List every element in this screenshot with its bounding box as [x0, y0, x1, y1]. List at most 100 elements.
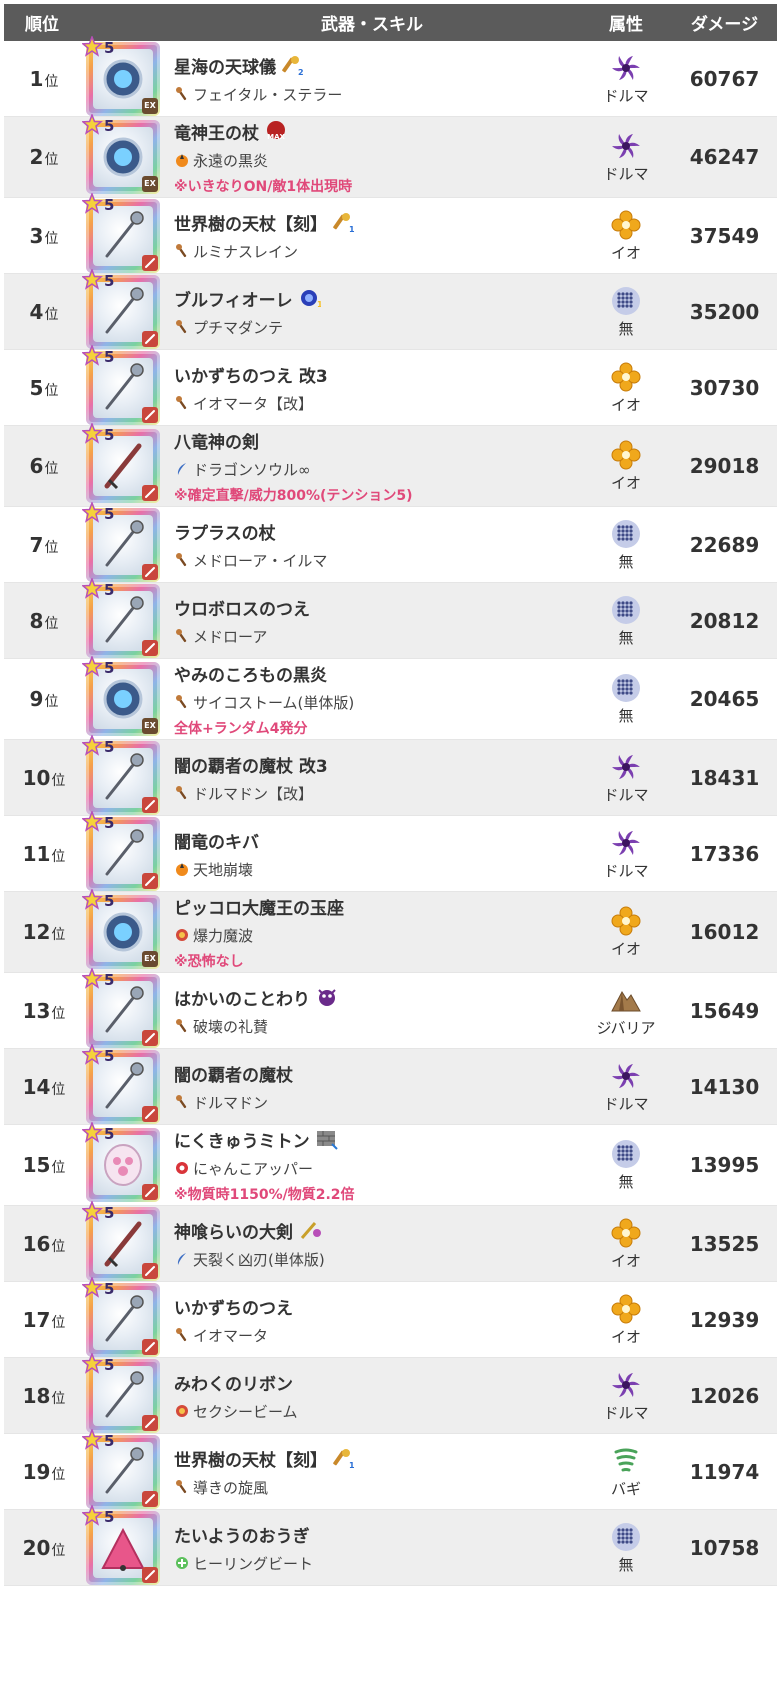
element-cell: イオ	[580, 361, 672, 415]
weapon-name[interactable]: 闇竜のキバ	[174, 828, 259, 853]
weapon-icon[interactable]: 5	[81, 966, 160, 1048]
rank-suffix: 位	[44, 461, 59, 477]
weapon-name[interactable]: いかずちのつえ 改3	[174, 362, 328, 387]
element-cell: バギ	[580, 1445, 672, 1499]
weapon-name-line: 神喰らいの大剣	[174, 1218, 580, 1243]
weapon-icon[interactable]: 5 EX	[81, 654, 160, 736]
rank-suffix: 位	[44, 382, 59, 399]
weapon-icon[interactable]: 5	[81, 1427, 160, 1509]
weapon-name[interactable]: はかいのことわり	[174, 985, 310, 1010]
weapon-skill-cell: ラプラスの杖 メドローア・イルマ	[164, 519, 580, 571]
damage-value: 10758	[689, 1535, 760, 1560]
skill-name: ヒーリングビート	[193, 1554, 314, 1573]
skill-note: ※確定直撃/威力800%(テンション5)	[174, 487, 413, 504]
weapon-name[interactable]: ピッコロ大魔王の玉座	[174, 894, 344, 919]
weapon-icon[interactable]: 5	[81, 576, 160, 658]
rank-cell: 3位	[4, 224, 80, 248]
rank-suffix: 位	[51, 1160, 66, 1176]
staff-skill-icon	[174, 552, 190, 568]
weapon-icon[interactable]: 5 EX	[81, 112, 160, 194]
weapon-skill-cell: 八竜神の剣 ドラゴンソウル∞ ※確定直撃/威力800%(テンション5)	[164, 428, 580, 505]
table-row: 7位 5 ラプラスの杖 メドローア・イルマ無 22689	[4, 500, 777, 583]
rarity-star-icon: 5	[81, 1199, 116, 1223]
svg-text:MAX: MAX	[267, 133, 285, 141]
weapon-icon-cell: 5	[80, 966, 164, 1048]
weapon-skill-cell: いかずちのつえ イオマータ	[164, 1294, 580, 1346]
weapon-name[interactable]: 星海の天球儀	[174, 53, 276, 78]
weapon-icon[interactable]: 5	[81, 1503, 160, 1585]
weapon-icon-cell: 5	[80, 576, 164, 658]
rank-number: 12	[22, 920, 51, 944]
weapon-type-icon	[142, 1105, 158, 1122]
rank-suffix: 位	[44, 539, 59, 556]
weapon-icon[interactable]: 5	[81, 343, 160, 425]
weapon-type-icon	[142, 563, 158, 580]
weapon-name[interactable]: みわくのリボン	[174, 1370, 293, 1395]
weapon-skill-cell: ブルフィオーレ 1 プチマダンテ	[164, 286, 580, 338]
weapon-icon[interactable]: 5	[81, 421, 160, 503]
weapon-name[interactable]: 闇の覇者の魔杖 改3	[174, 752, 328, 777]
rank-suffix: 位	[44, 615, 59, 632]
rank-cell: 1位	[4, 67, 80, 91]
weapon-skill-cell: みわくのリボン セクシービーム	[164, 1370, 580, 1422]
rank-cell: 6位	[4, 454, 80, 478]
element-icon	[610, 1293, 642, 1325]
weapon-name[interactable]: たいようのおうぎ	[174, 1522, 310, 1547]
weapon-name[interactable]: ブルフィオーレ	[174, 286, 293, 311]
damage-value: 30730	[689, 375, 760, 400]
table-row: 3位 5 世界樹の天杖【刻】 1 ルミナスレイン イオ 37549	[4, 191, 777, 274]
damage-value: 17336	[689, 841, 760, 866]
weapon-icon[interactable]: 5	[81, 1042, 160, 1124]
svg-text:5: 5	[104, 348, 114, 366]
element-icon	[610, 361, 642, 393]
element-label: イオ	[610, 1327, 641, 1346]
skill-line: にゃんこアッパー	[174, 1158, 580, 1179]
weapon-name[interactable]: ラプラスの杖	[174, 519, 276, 544]
weapon-name[interactable]: 八竜神の剣	[174, 428, 259, 453]
weapon-name[interactable]: 世界樹の天杖【刻】	[174, 210, 327, 235]
rank-cell: 20位	[4, 1536, 80, 1560]
weapon-name-line: はかいのことわり	[174, 985, 580, 1010]
weapon-icon[interactable]: 5	[81, 1199, 160, 1281]
weapon-icon-cell: 5 EX	[80, 34, 164, 116]
ex-badge: EX	[142, 718, 158, 734]
weapon-icon[interactable]: 5 EX	[81, 887, 160, 969]
svg-text:5: 5	[104, 659, 114, 677]
weapon-icon[interactable]: 5	[81, 191, 160, 273]
skill-name: 破壊の礼賛	[193, 1017, 269, 1036]
element-label: 無	[618, 707, 634, 725]
skill-name: 永遠の黒炎	[193, 151, 269, 170]
weapon-icon-cell: 5	[80, 733, 164, 815]
weapon-icon[interactable]: 5	[81, 500, 160, 582]
weapon-name[interactable]: 竜神王の杖	[174, 119, 259, 144]
weapon-icon[interactable]: 5	[81, 1275, 160, 1357]
weapon-icon[interactable]: 5	[81, 733, 160, 815]
weapon-icon[interactable]: 5	[81, 809, 160, 891]
weapon-name[interactable]: 世界樹の天杖【刻】	[174, 1446, 327, 1471]
weapon-name[interactable]: ウロボロスのつえ	[174, 595, 310, 620]
weapon-name[interactable]: にくきゅうミトン	[174, 1127, 310, 1152]
element-label: ドルマ	[603, 86, 649, 105]
rarity-star-icon: 5	[81, 267, 116, 291]
weapon-name[interactable]: やみのころもの黒炎	[174, 661, 327, 686]
staff-skill-icon	[174, 628, 190, 644]
weapon-name[interactable]: 神喰らいの大剣	[174, 1218, 293, 1243]
weapon-type-icon	[142, 1566, 158, 1583]
weapon-skill-cell: いかずちのつえ 改3 イオマータ【改】	[164, 362, 580, 414]
table-row: 12位 5 EX ピッコロ大魔王の玉座 爆力魔波 ※恐怖なし イオ 16012	[4, 887, 777, 973]
rank-suffix: 位	[44, 73, 59, 90]
weapon-name[interactable]: いかずちのつえ	[174, 1294, 293, 1319]
weapon-icon[interactable]: 5	[81, 267, 160, 349]
weapon-icon[interactable]: 5 EX	[81, 34, 160, 116]
weapon-icon-cell: 5 EX	[80, 887, 164, 969]
weapon-name[interactable]: 闇の覇者の魔杖	[174, 1061, 293, 1086]
ex-badge: EX	[142, 951, 158, 967]
weapon-name-line: 闇竜のキバ	[174, 828, 580, 853]
weapon-icon[interactable]: 5	[81, 1351, 160, 1433]
svg-text:1: 1	[349, 225, 355, 233]
sword-pair-icon	[299, 1219, 321, 1241]
damage-value: 15649	[689, 998, 760, 1023]
element-icon	[610, 439, 642, 471]
weapon-icon[interactable]: 5	[81, 1120, 160, 1202]
element-cell: ドルマ	[580, 52, 672, 106]
